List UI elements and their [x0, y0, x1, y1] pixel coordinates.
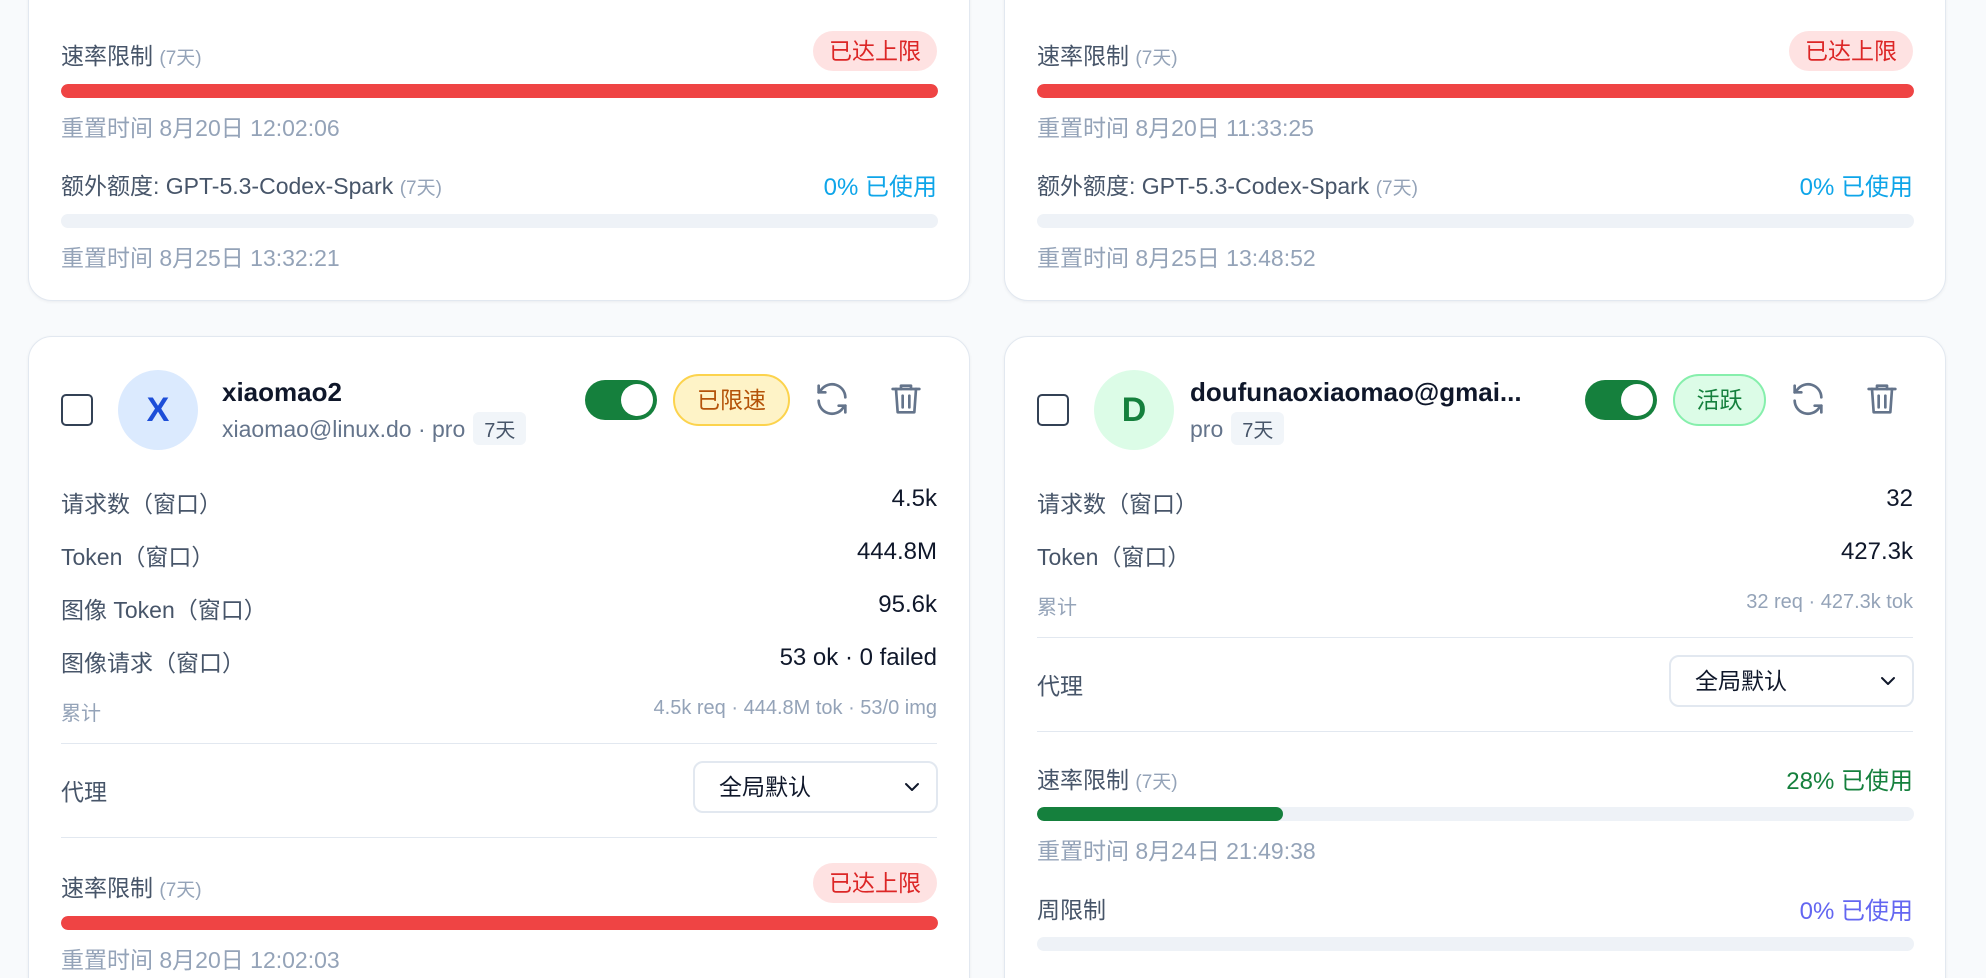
enable-toggle[interactable]: [1585, 380, 1657, 420]
account-subtitle: xiaomao@linux.do · pro 7天: [222, 412, 527, 445]
account-subtitle: pro 7天: [1190, 412, 1285, 445]
weekly-limit-usage: 0% 已使用: [1799, 898, 1913, 925]
rate-limit-label: 速率限制 (7天): [1037, 43, 1178, 69]
select-checkbox[interactable]: [61, 394, 93, 426]
rate-limit-label: 速率限制 (7天): [61, 43, 202, 69]
rate-reset-time: 重置时间 8月24日 21:49:38: [1037, 838, 1316, 864]
weekly-limit-label: 周限制: [1037, 897, 1106, 923]
account-card-xiaomao2: X xiaomao2 xiaomao@linux.do · pro 7天 已限速 …: [28, 336, 970, 978]
account-card-doufunaoxiaomao: D doufunaoxiaomao@gmai... pro 7天 活跃 请求数（窗…: [1004, 336, 1946, 978]
chevron-down-icon: [1881, 677, 1895, 685]
trash-icon[interactable]: [1862, 379, 1902, 419]
divider: [61, 743, 937, 744]
account-name: doufunaoxiaomao@gmai...: [1190, 377, 1522, 407]
stat-requests-value: 32: [1886, 485, 1913, 512]
refresh-icon[interactable]: [1788, 379, 1828, 419]
total-label: 累计: [1037, 597, 1077, 619]
extra-quota-usage: 0% 已使用: [823, 174, 937, 201]
period-chip: 7天: [473, 412, 527, 445]
divider: [61, 837, 937, 838]
weekly-limit-bar: [1037, 937, 1914, 951]
stat-requests-label: 请求数（窗口）: [61, 491, 222, 517]
proxy-select[interactable]: 全局默认: [1669, 655, 1914, 707]
limit-reached-badge: 已达上限: [813, 863, 937, 903]
period-chip: 7天: [1231, 412, 1285, 445]
rate-limit-bar: [1037, 807, 1914, 821]
chevron-down-icon: [905, 783, 919, 791]
account-card-top-right: 速率限制 (7天) 已达上限 重置时间 8月20日 11:33:25 额外额度:…: [1004, 0, 1946, 301]
rate-limit-label: 速率限制 (7天): [1037, 767, 1178, 793]
rate-limit-bar: [61, 84, 938, 98]
total-label: 累计: [61, 703, 101, 725]
rate-limit-bar: [61, 916, 938, 930]
limit-reached-badge: 已达上限: [813, 31, 937, 71]
rate-reset-time: 重置时间 8月20日 12:02:03: [61, 947, 340, 973]
stat-requests-label: 请求数（窗口）: [1037, 491, 1198, 517]
proxy-label: 代理: [1037, 673, 1083, 699]
rate-limit-bar: [1037, 84, 1914, 98]
extra-quota-usage: 0% 已使用: [1799, 174, 1913, 201]
rate-limit-usage: 28% 已使用: [1786, 768, 1913, 795]
stat-image-requests-label: 图像请求（窗口）: [61, 650, 245, 676]
rate-reset-time: 重置时间 8月20日 12:02:06: [61, 115, 340, 141]
account-card-top-left: 速率限制 (7天) 已达上限 重置时间 8月20日 12:02:06 额外额度:…: [28, 0, 970, 301]
stat-requests-value: 4.5k: [891, 485, 937, 512]
extra-quota-bar: [1037, 214, 1914, 228]
extra-quota-label: 额外额度: GPT-5.3-Codex-Spark (7天): [1037, 173, 1418, 199]
enable-toggle[interactable]: [585, 380, 657, 420]
stat-image-tokens-value: 95.6k: [878, 591, 937, 618]
status-badge: 活跃: [1673, 374, 1766, 426]
total-value: 32 req · 427.3k tok: [1746, 591, 1913, 613]
stat-image-requests-value: 53 ok · 0 failed: [779, 644, 937, 671]
status-badge: 已限速: [673, 374, 790, 426]
avatar: D: [1094, 370, 1174, 450]
rate-reset-time: 重置时间 8月20日 11:33:25: [1037, 115, 1314, 141]
extra-reset-time: 重置时间 8月25日 13:32:21: [61, 245, 340, 271]
proxy-select[interactable]: 全局默认: [693, 761, 938, 813]
total-value: 4.5k req · 444.8M tok · 53/0 img: [653, 697, 937, 719]
divider: [1037, 731, 1913, 732]
stat-tokens-value: 427.3k: [1840, 538, 1913, 565]
limit-reached-badge: 已达上限: [1789, 31, 1913, 71]
extra-reset-time: 重置时间 8月25日 13:48:52: [1037, 245, 1316, 271]
refresh-icon[interactable]: [812, 379, 852, 419]
stat-tokens-label: Token（窗口）: [1037, 544, 1191, 570]
stat-tokens-value: 444.8M: [856, 538, 937, 565]
extra-quota-label: 额外额度: GPT-5.3-Codex-Spark (7天): [61, 173, 442, 199]
select-checkbox[interactable]: [1037, 394, 1069, 426]
stat-tokens-label: Token（窗口）: [61, 544, 215, 570]
extra-quota-bar: [61, 214, 938, 228]
divider: [1037, 637, 1913, 638]
account-name: xiaomao2: [222, 377, 342, 407]
proxy-label: 代理: [61, 779, 107, 805]
stat-image-tokens-label: 图像 Token（窗口）: [61, 597, 267, 623]
rate-limit-label: 速率限制 (7天): [61, 875, 202, 901]
avatar: X: [118, 370, 198, 450]
trash-icon[interactable]: [886, 379, 926, 419]
